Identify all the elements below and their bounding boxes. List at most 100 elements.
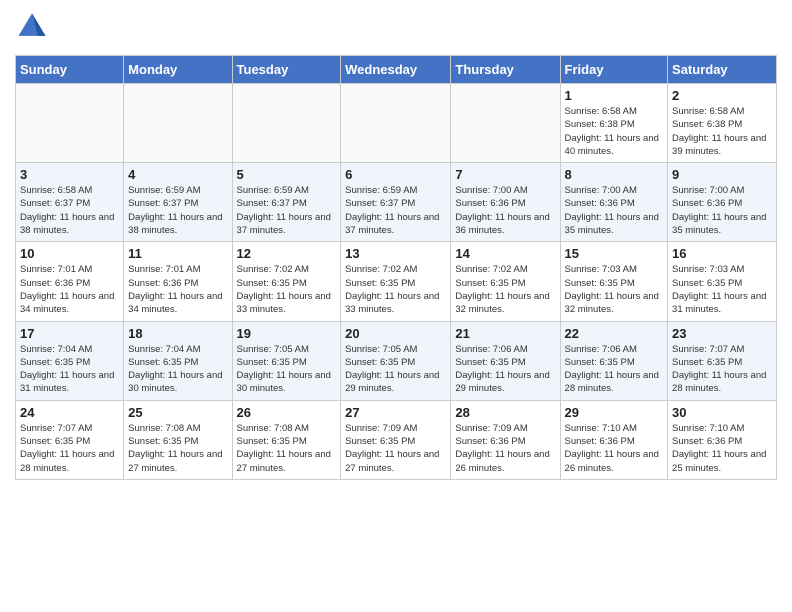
calendar-cell: 18 Sunrise: 7:04 AM Sunset: 6:35 PM Dayli…: [124, 321, 232, 400]
day-number: 23: [672, 326, 772, 341]
week-row-3: 10 Sunrise: 7:01 AM Sunset: 6:36 PM Dayli…: [16, 242, 777, 321]
day-info: Sunrise: 7:03 AM Sunset: 6:35 PM Dayligh…: [565, 263, 664, 316]
calendar-cell: 15 Sunrise: 7:03 AM Sunset: 6:35 PM Dayli…: [560, 242, 668, 321]
calendar-cell: 9 Sunrise: 7:00 AM Sunset: 6:36 PM Daylig…: [668, 163, 777, 242]
calendar-cell: 4Sunrise: 6:59 AM Sunset: 6:37 PM Daylig…: [124, 163, 232, 242]
day-number: 27: [345, 405, 446, 420]
weekday-header-friday: Friday: [560, 56, 668, 84]
day-number: 30: [672, 405, 772, 420]
day-info: Sunrise: 6:58 AM Sunset: 6:38 PM Dayligh…: [672, 105, 772, 158]
day-info: Sunrise: 6:59 AM Sunset: 6:37 PM Dayligh…: [345, 184, 446, 237]
day-info: Sunrise: 7:10 AM Sunset: 6:36 PM Dayligh…: [565, 422, 664, 475]
calendar-cell: 21 Sunrise: 7:06 AM Sunset: 6:35 PM Dayli…: [451, 321, 560, 400]
calendar-cell: 6 Sunrise: 6:59 AM Sunset: 6:37 PM Daylig…: [341, 163, 451, 242]
day-number: 6: [345, 167, 446, 182]
calendar-cell: 11 Sunrise: 7:01 AM Sunset: 6:36 PM Dayli…: [124, 242, 232, 321]
day-number: 4: [128, 167, 227, 182]
day-number: 16: [672, 246, 772, 261]
day-number: 9: [672, 167, 772, 182]
calendar-cell: 8 Sunrise: 7:00 AM Sunset: 6:36 PM Daylig…: [560, 163, 668, 242]
day-info: Sunrise: 7:00 AM Sunset: 6:36 PM Dayligh…: [565, 184, 664, 237]
calendar-cell: [341, 84, 451, 163]
calendar-cell: 23 Sunrise: 7:07 AM Sunset: 6:35 PM Dayli…: [668, 321, 777, 400]
logo-icon: [17, 10, 47, 40]
day-info: Sunrise: 7:05 AM Sunset: 6:35 PM Dayligh…: [345, 343, 446, 396]
day-info: Sunrise: 7:08 AM Sunset: 6:35 PM Dayligh…: [128, 422, 227, 475]
day-number: 29: [565, 405, 664, 420]
day-number: 22: [565, 326, 664, 341]
day-info: Sunrise: 7:03 AM Sunset: 6:35 PM Dayligh…: [672, 263, 772, 316]
day-info: Sunrise: 7:09 AM Sunset: 6:35 PM Dayligh…: [345, 422, 446, 475]
weekday-header-wednesday: Wednesday: [341, 56, 451, 84]
day-number: 25: [128, 405, 227, 420]
calendar-cell: 22 Sunrise: 7:06 AM Sunset: 6:35 PM Dayli…: [560, 321, 668, 400]
day-number: 8: [565, 167, 664, 182]
week-row-5: 24Sunrise: 7:07 AM Sunset: 6:35 PM Dayli…: [16, 400, 777, 479]
calendar-cell: 25 Sunrise: 7:08 AM Sunset: 6:35 PM Dayli…: [124, 400, 232, 479]
day-info: Sunrise: 7:06 AM Sunset: 6:35 PM Dayligh…: [565, 343, 664, 396]
day-number: 26: [237, 405, 337, 420]
weekday-header-sunday: Sunday: [16, 56, 124, 84]
day-number: 11: [128, 246, 227, 261]
calendar-cell: 16 Sunrise: 7:03 AM Sunset: 6:35 PM Dayli…: [668, 242, 777, 321]
calendar-cell: 19 Sunrise: 7:05 AM Sunset: 6:35 PM Dayli…: [232, 321, 341, 400]
day-info: Sunrise: 7:00 AM Sunset: 6:36 PM Dayligh…: [455, 184, 555, 237]
week-row-1: 1 Sunrise: 6:58 AM Sunset: 6:38 PM Daylig…: [16, 84, 777, 163]
day-number: 7: [455, 167, 555, 182]
day-number: 17: [20, 326, 119, 341]
day-info: Sunrise: 7:01 AM Sunset: 6:36 PM Dayligh…: [20, 263, 119, 316]
calendar: SundayMondayTuesdayWednesdayThursdayFrid…: [15, 55, 777, 480]
calendar-cell: 30 Sunrise: 7:10 AM Sunset: 6:36 PM Dayli…: [668, 400, 777, 479]
day-info: Sunrise: 7:10 AM Sunset: 6:36 PM Dayligh…: [672, 422, 772, 475]
weekday-header-monday: Monday: [124, 56, 232, 84]
day-info: Sunrise: 6:59 AM Sunset: 6:37 PM Dayligh…: [237, 184, 337, 237]
calendar-cell: 12 Sunrise: 7:02 AM Sunset: 6:35 PM Dayli…: [232, 242, 341, 321]
day-info: Sunrise: 7:04 AM Sunset: 6:35 PM Dayligh…: [128, 343, 227, 396]
day-number: 15: [565, 246, 664, 261]
calendar-cell: [451, 84, 560, 163]
day-info: Sunrise: 6:58 AM Sunset: 6:37 PM Dayligh…: [20, 184, 119, 237]
calendar-cell: 14Sunrise: 7:02 AM Sunset: 6:35 PM Dayli…: [451, 242, 560, 321]
day-number: 14: [455, 246, 555, 261]
day-number: 3: [20, 167, 119, 182]
calendar-cell: 5 Sunrise: 6:59 AM Sunset: 6:37 PM Daylig…: [232, 163, 341, 242]
day-number: 10: [20, 246, 119, 261]
day-info: Sunrise: 7:00 AM Sunset: 6:36 PM Dayligh…: [672, 184, 772, 237]
day-number: 19: [237, 326, 337, 341]
day-info: Sunrise: 7:09 AM Sunset: 6:36 PM Dayligh…: [455, 422, 555, 475]
week-row-4: 17 Sunrise: 7:04 AM Sunset: 6:35 PM Dayli…: [16, 321, 777, 400]
calendar-cell: 26 Sunrise: 7:08 AM Sunset: 6:35 PM Dayli…: [232, 400, 341, 479]
day-number: 24: [20, 405, 119, 420]
day-number: 5: [237, 167, 337, 182]
day-info: Sunrise: 6:58 AM Sunset: 6:38 PM Dayligh…: [565, 105, 664, 158]
day-number: 12: [237, 246, 337, 261]
day-number: 1: [565, 88, 664, 103]
day-info: Sunrise: 7:08 AM Sunset: 6:35 PM Dayligh…: [237, 422, 337, 475]
day-number: 13: [345, 246, 446, 261]
page: SundayMondayTuesdayWednesdayThursdayFrid…: [0, 0, 792, 490]
calendar-cell: 7 Sunrise: 7:00 AM Sunset: 6:36 PM Daylig…: [451, 163, 560, 242]
day-info: Sunrise: 7:04 AM Sunset: 6:35 PM Dayligh…: [20, 343, 119, 396]
day-number: 18: [128, 326, 227, 341]
calendar-cell: [16, 84, 124, 163]
day-number: 20: [345, 326, 446, 341]
day-info: Sunrise: 7:05 AM Sunset: 6:35 PM Dayligh…: [237, 343, 337, 396]
day-number: 28: [455, 405, 555, 420]
logo: [15, 10, 47, 45]
calendar-cell: 13 Sunrise: 7:02 AM Sunset: 6:35 PM Dayli…: [341, 242, 451, 321]
day-info: Sunrise: 7:02 AM Sunset: 6:35 PM Dayligh…: [345, 263, 446, 316]
calendar-cell: 3 Sunrise: 6:58 AM Sunset: 6:37 PM Daylig…: [16, 163, 124, 242]
calendar-cell: 27 Sunrise: 7:09 AM Sunset: 6:35 PM Dayli…: [341, 400, 451, 479]
day-info: Sunrise: 7:07 AM Sunset: 6:35 PM Dayligh…: [672, 343, 772, 396]
day-number: 21: [455, 326, 555, 341]
day-info: Sunrise: 7:06 AM Sunset: 6:35 PM Dayligh…: [455, 343, 555, 396]
weekday-header-saturday: Saturday: [668, 56, 777, 84]
header: [15, 10, 777, 45]
calendar-cell: 1 Sunrise: 6:58 AM Sunset: 6:38 PM Daylig…: [560, 84, 668, 163]
day-info: Sunrise: 7:01 AM Sunset: 6:36 PM Dayligh…: [128, 263, 227, 316]
calendar-cell: 2Sunrise: 6:58 AM Sunset: 6:38 PM Daylig…: [668, 84, 777, 163]
weekday-header-row: SundayMondayTuesdayWednesdayThursdayFrid…: [16, 56, 777, 84]
calendar-cell: 17 Sunrise: 7:04 AM Sunset: 6:35 PM Dayli…: [16, 321, 124, 400]
day-info: Sunrise: 7:02 AM Sunset: 6:35 PM Dayligh…: [237, 263, 337, 316]
calendar-cell: [124, 84, 232, 163]
